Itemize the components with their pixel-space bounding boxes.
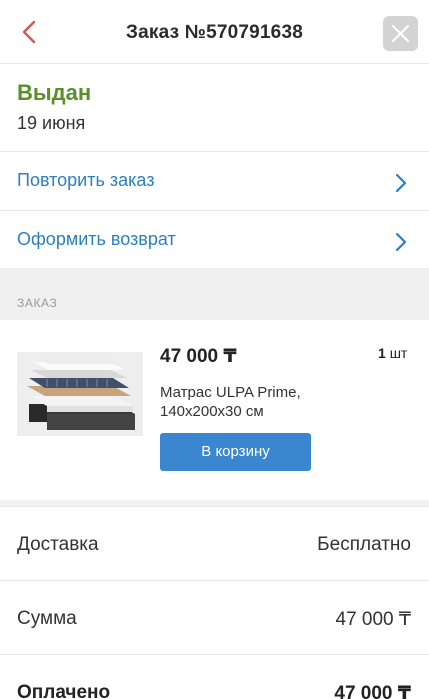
close-icon — [392, 25, 409, 42]
item-quantity: 1 шт — [378, 345, 407, 361]
order-section-header: ЗАКАЗ — [0, 268, 429, 320]
page-title: Заказ №570791638 — [126, 22, 303, 43]
repeat-order-row[interactable]: Повторить заказ — [0, 151, 429, 210]
item-quantity-unit: шт — [389, 345, 408, 361]
item-name[interactable]: Матрас ULPA Prime, 140х200х30 см — [160, 383, 350, 421]
chevron-right-icon — [395, 232, 407, 252]
summary-value: Бесплатно — [317, 534, 411, 555]
summary-label: Оплачено — [17, 682, 111, 699]
summary-row-paid: Оплачено 47 000 ₸ — [0, 654, 429, 699]
add-to-cart-button[interactable]: В корзину — [160, 433, 311, 471]
mattress-image — [17, 352, 143, 436]
repeat-order-label: Повторить заказ — [17, 170, 155, 190]
chevron-right-icon — [395, 173, 407, 193]
summary-value: 47 000 ₸ — [334, 683, 411, 699]
header: Заказ №570791638 — [0, 0, 429, 64]
item-price: 47 000 ₸ — [160, 346, 237, 367]
summary-label: Доставка — [17, 534, 99, 555]
summary-label: Сумма — [17, 608, 77, 629]
summary-value: 47 000 ₸ — [335, 609, 411, 630]
item-quantity-number: 1 — [378, 345, 386, 361]
product-image[interactable] — [17, 352, 143, 436]
close-button[interactable] — [383, 16, 418, 51]
order-status: Выдан — [17, 80, 92, 105]
return-order-row[interactable]: Оформить возврат — [0, 210, 429, 269]
summary-row-total: Сумма 47 000 ₸ — [0, 580, 429, 654]
section-label: ЗАКАЗ — [17, 296, 58, 310]
order-status-date: 19 июня — [17, 113, 86, 133]
summary-row-delivery: Доставка Бесплатно — [0, 506, 429, 580]
return-order-label: Оформить возврат — [17, 229, 176, 249]
